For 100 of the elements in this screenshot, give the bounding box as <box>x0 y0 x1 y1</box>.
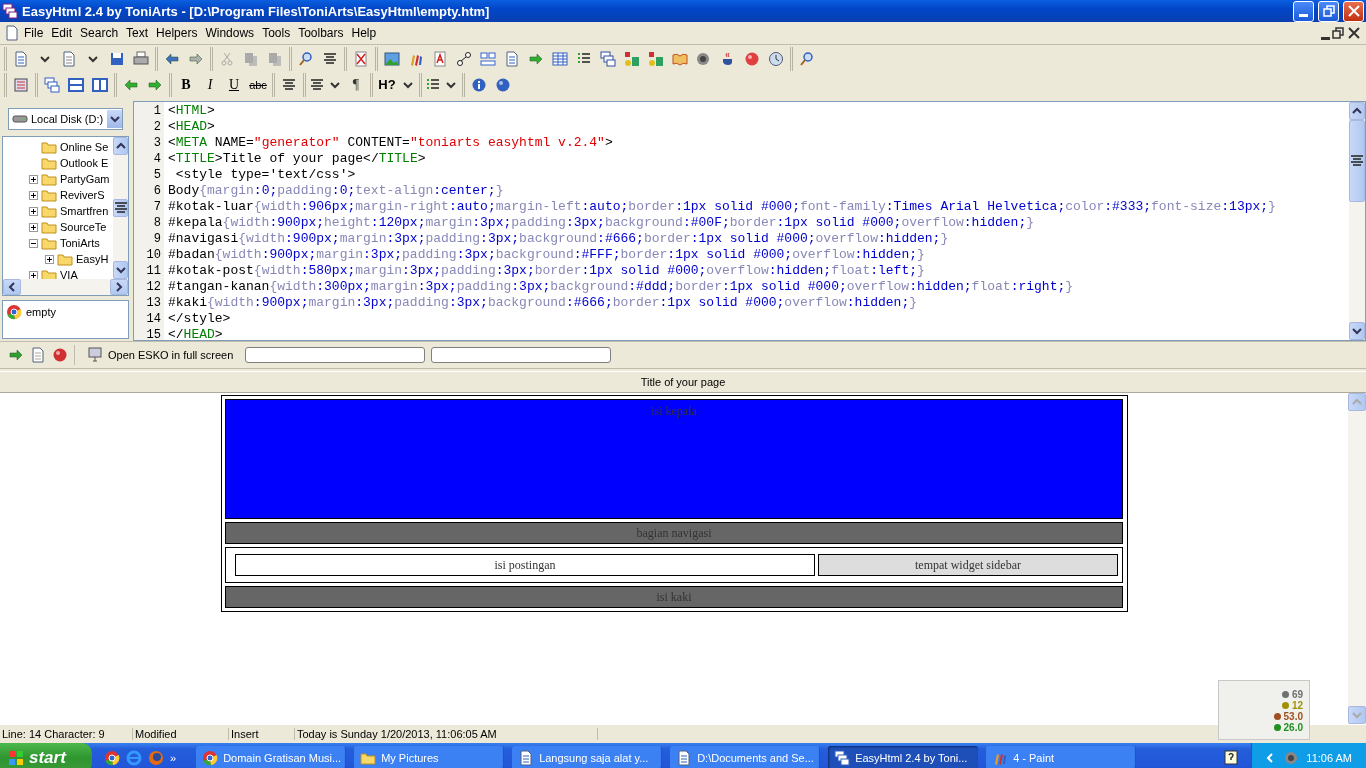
code-line: #tangan-kanan{width:300px;margin:3px;padding:3px;background:#ddd;border:1px solid #000;overflow:hidden;float:right;} <box>168 279 1075 295</box>
new-document-icon <box>13 50 29 67</box>
input-field[interactable] <box>431 347 612 363</box>
minimize-icon <box>1299 13 1308 17</box>
minimize-button[interactable] <box>1293 0 1314 22</box>
taskbar-button[interactable]: D:\Documents and Se... <box>670 746 821 768</box>
browser-icon <box>148 750 164 766</box>
folder-name[interactable]: Outlook E <box>60 157 109 169</box>
more-button[interactable]: » <box>170 752 177 764</box>
taskbar-button[interactable]: My Pictures <box>354 746 505 768</box>
restore-icon <box>1330 25 1346 41</box>
folder-name[interactable]: VIA <box>60 269 78 279</box>
expand-icon[interactable] <box>45 254 54 264</box>
expand-icon[interactable] <box>29 206 38 216</box>
close-icon <box>1345 3 1362 19</box>
windows-icon <box>600 50 616 67</box>
folder-name[interactable]: SourceTe <box>60 221 107 233</box>
restore-icon <box>1320 3 1337 19</box>
menu-item[interactable]: Toolbars <box>294 26 348 40</box>
code-line: <style type='text/css'> <box>174 167 357 183</box>
window-title: EasyHtml 2.4 by ToniArts - [D:\Program Files\ToniArts\EasyHtml\empty.htm] <box>22 3 491 19</box>
code-line: <TITLE>Title of your page</TITLE> <box>168 151 427 167</box>
folder-icon <box>41 139 57 155</box>
line-number: 2 <box>152 119 162 135</box>
delete-document-icon <box>353 50 369 67</box>
reading-value: 26.0 <box>1283 722 1303 733</box>
menu-item[interactable]: File <box>20 26 48 40</box>
folder-name[interactable]: PartyGam <box>60 173 110 185</box>
drive-select[interactable]: Local Disk (D:) <box>8 108 123 130</box>
taskbar-button[interactable]: Langsung saja alat y... <box>512 746 663 768</box>
align-center-icon <box>281 76 297 93</box>
folder-icon <box>41 155 57 171</box>
app-icon <box>518 750 535 766</box>
code-line: </HEAD> <box>168 327 224 340</box>
split-horizontal-icon <box>68 76 84 93</box>
line-number: 12 <box>145 279 162 295</box>
app-icon <box>834 750 851 766</box>
italic-button[interactable]: I <box>199 73 221 96</box>
paragraph-button[interactable]: ¶ <box>345 73 367 96</box>
folder-icon <box>41 171 57 187</box>
taskbar-button[interactable]: 4 - Paint <box>986 746 1137 768</box>
start-button[interactable]: start <box>0 743 92 768</box>
line-number: 10 <box>145 247 162 263</box>
windows-logo-icon <box>8 750 24 766</box>
line-number: 4 <box>152 151 162 167</box>
menu-item[interactable]: Tools <box>258 26 295 40</box>
folder-name[interactable]: ReviverS <box>60 189 105 201</box>
taskbar-button[interactable]: Domain Gratisan Musi... <box>196 746 347 768</box>
expand-icon[interactable] <box>29 174 38 184</box>
folder-icon <box>41 203 57 219</box>
browser-icon <box>126 750 142 766</box>
code-line: Body{margin:0;padding:0;text-align:center;} <box>168 183 505 199</box>
line-number: 11 <box>145 263 162 279</box>
line-number: 9 <box>152 231 162 247</box>
taskbar-button[interactable]: EasyHtml 2.4 by Toni... <box>828 746 979 768</box>
reading-value: 12 <box>1291 700 1303 711</box>
menu-item[interactable]: Help <box>347 26 381 40</box>
collapse-icon[interactable] <box>29 238 38 248</box>
folder-name[interactable]: EasyH <box>76 253 109 265</box>
cut-icon <box>219 50 235 67</box>
menu-item[interactable]: Helpers <box>152 26 202 40</box>
folder-name[interactable]: ToniArts <box>60 237 100 249</box>
input-field[interactable] <box>245 347 426 363</box>
line-number: 6 <box>152 183 162 199</box>
maximize-button[interactable] <box>1318 0 1339 22</box>
heading-button[interactable]: H? <box>376 73 398 96</box>
clock-icon <box>768 50 784 67</box>
menu-item[interactable]: Edit <box>47 26 77 40</box>
line-number: 14 <box>145 311 162 327</box>
clock: 11:06 AM <box>1306 752 1352 764</box>
fullscreen-button[interactable]: Open ESKO in full screen <box>74 345 240 365</box>
folder-name[interactable]: Online Se <box>60 141 109 153</box>
status-text: Insert <box>229 728 295 740</box>
strike-button[interactable]: abc <box>247 73 269 96</box>
folder-icon <box>41 187 57 203</box>
menu-item[interactable]: Text <box>122 26 153 40</box>
minimize-icon <box>1321 37 1330 40</box>
browser-icon <box>104 750 120 766</box>
paste-icon <box>267 50 283 67</box>
close-button[interactable] <box>1343 0 1364 22</box>
folder-name[interactable]: Smartfren <box>60 205 109 217</box>
copy-icon <box>243 50 259 67</box>
code-line: #kotak-luar{width:906px;margin-right:auto;margin-left:auto;border:1px solid #000;font-family:Times Arial Helvetica;color:#333;font-size:13px;} <box>168 199 1277 215</box>
menu-item[interactable]: Windows <box>201 26 259 40</box>
underline-button[interactable]: U <box>223 73 245 96</box>
monitor-icon <box>87 347 103 363</box>
file-name[interactable]: empty <box>26 306 56 318</box>
expand-icon[interactable] <box>29 190 38 200</box>
split-vertical-icon <box>92 76 108 93</box>
line-number: 3 <box>152 135 162 151</box>
scroll-thumb-icon <box>1349 153 1365 169</box>
expand-icon[interactable] <box>29 222 38 232</box>
scroll-thumb-icon <box>112 200 128 216</box>
app-icon <box>202 750 219 766</box>
code-editor[interactable] <box>133 101 1366 341</box>
bold-button[interactable]: B <box>175 73 197 96</box>
app-icon <box>676 750 693 766</box>
header-block: isi kepala <box>225 399 1123 519</box>
menu-item[interactable]: Search <box>76 26 123 40</box>
code-line: <HEAD> <box>168 119 216 135</box>
